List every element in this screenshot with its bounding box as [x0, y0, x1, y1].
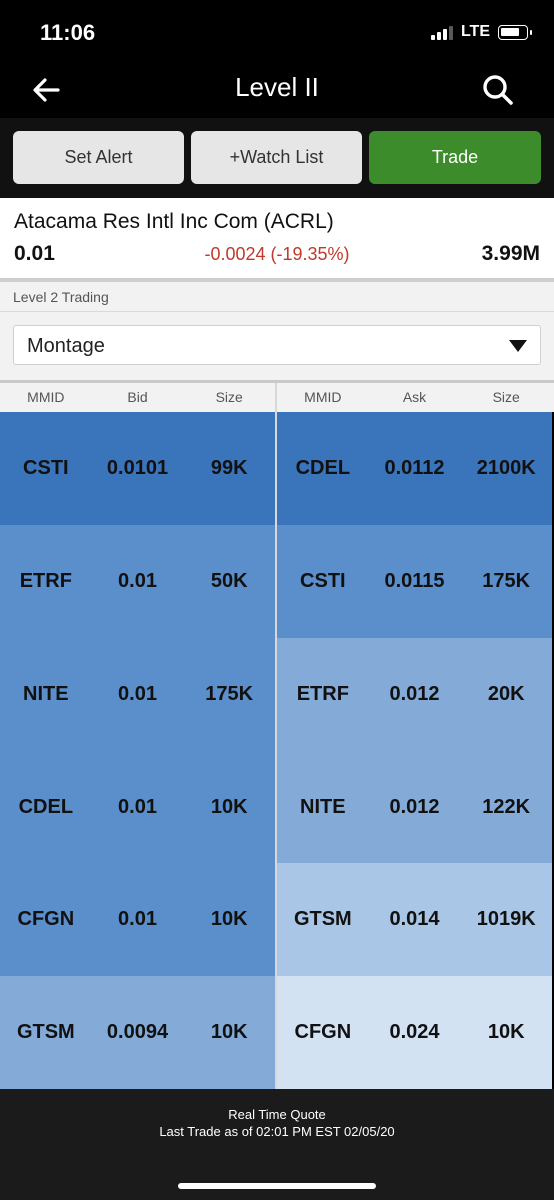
- view-selector-area: Montage: [0, 312, 554, 380]
- bid-row[interactable]: CDEL 0.01 10K: [0, 751, 275, 864]
- ask-size: 20K: [487, 683, 525, 705]
- bid-size: 175K: [205, 683, 254, 705]
- security-name: Atacama Res Intl Inc Com (ACRL): [14, 210, 334, 233]
- ask-row[interactable]: CDEL 0.0112 2100K: [277, 412, 552, 525]
- action-bar: Set Alert +Watch List Trade: [0, 118, 554, 198]
- bid-size: 10K: [210, 908, 248, 930]
- bid-mmid: CFGN: [17, 908, 75, 930]
- level2-header: Level 2 Trading: [0, 282, 554, 312]
- footer: Real Time Quote Last Trade as of 02:01 P…: [0, 1089, 554, 1200]
- quote-type-label: Real Time Quote: [228, 1107, 326, 1122]
- ask-price: 0.0115: [384, 570, 445, 592]
- cellular-signal-icon: [430, 24, 453, 40]
- ask-mmid: ETRF: [296, 683, 349, 705]
- add-watch-list-button[interactable]: +Watch List: [191, 131, 362, 184]
- column-header-size: Size: [492, 389, 520, 405]
- ask-size: 2100K: [476, 457, 536, 479]
- ask-row[interactable]: NITE 0.012 122K: [277, 751, 552, 864]
- bid-side: CSTI 0.0101 99K ETRF 0.01 50K NITE 0.01 …: [0, 412, 275, 1089]
- bid-size: 10K: [210, 1021, 248, 1043]
- ask-price: 0.0112: [384, 457, 445, 479]
- status-time: 11:06: [40, 20, 96, 45]
- book-column-headers: MMID Bid Size MMID Ask Size: [0, 383, 554, 412]
- bid-price: 0.0094: [106, 1021, 169, 1043]
- search-icon[interactable]: [480, 72, 516, 108]
- bid-price: 0.01: [118, 908, 157, 930]
- ask-row[interactable]: CFGN 0.024 10K: [277, 976, 552, 1089]
- column-header-mmid: MMID: [27, 389, 65, 405]
- ask-price: 0.012: [389, 683, 440, 705]
- column-header-size: Size: [215, 389, 243, 405]
- level2-label: Level 2 Trading: [13, 289, 109, 305]
- price-change: -0.0024 (-19.35%): [204, 244, 350, 264]
- ask-row[interactable]: CSTI 0.0115 175K: [277, 525, 552, 638]
- bid-price: 0.01: [118, 570, 157, 592]
- ask-size: 122K: [482, 796, 531, 818]
- bid-row[interactable]: ETRF 0.01 50K: [0, 525, 275, 638]
- ask-mmid: NITE: [300, 796, 346, 818]
- bid-size: 99K: [210, 457, 248, 479]
- bid-mmid: NITE: [23, 683, 69, 705]
- ask-mmid: GTSM: [293, 908, 352, 930]
- column-header-ask: Ask: [402, 389, 427, 405]
- ask-mmid: CSTI: [300, 570, 346, 592]
- bid-row[interactable]: GTSM 0.0094 10K: [0, 976, 275, 1089]
- volume: 3.99M: [481, 242, 540, 265]
- ask-price: 0.014: [389, 908, 440, 930]
- ask-row[interactable]: GTSM 0.014 1019K: [277, 863, 552, 976]
- set-alert-button[interactable]: Set Alert: [13, 131, 184, 184]
- bid-mmid: CDEL: [18, 796, 74, 818]
- ask-mmid: CFGN: [294, 1021, 352, 1043]
- status-bar: 11:06 LTE: [0, 0, 554, 62]
- bid-size: 50K: [210, 570, 248, 592]
- ask-price: 0.024: [389, 1021, 440, 1043]
- home-indicator[interactable]: [178, 1183, 376, 1189]
- battery-icon: [498, 24, 532, 40]
- last-trade-timestamp: Last Trade as of 02:01 PM EST 02/05/20: [159, 1124, 395, 1139]
- bid-price: 0.01: [118, 796, 157, 818]
- ask-row[interactable]: ETRF 0.012 20K: [277, 638, 552, 751]
- column-header-mmid: MMID: [304, 389, 342, 405]
- trade-button[interactable]: Trade: [369, 131, 541, 184]
- order-book: CSTI 0.0101 99K ETRF 0.01 50K NITE 0.01 …: [0, 412, 554, 1089]
- status-indicators: LTE: [430, 22, 532, 42]
- column-header-bid: Bid: [127, 389, 148, 405]
- quote-summary: Atacama Res Intl Inc Com (ACRL) 0.01 -0.…: [0, 198, 554, 278]
- ask-side: CDEL 0.0112 2100K CSTI 0.0115 175K ETRF …: [277, 412, 552, 1089]
- ask-price: 0.012: [389, 796, 440, 818]
- ask-column-headers: MMID Ask Size: [277, 383, 552, 412]
- view-select-value: Montage: [27, 335, 105, 357]
- ask-size: 1019K: [476, 908, 536, 930]
- bid-price: 0.01: [118, 683, 157, 705]
- bid-price: 0.0101: [106, 457, 169, 479]
- nav-bar: Level II: [0, 62, 554, 118]
- bid-size: 10K: [210, 796, 248, 818]
- view-select-dropdown[interactable]: Montage: [13, 325, 541, 365]
- chevron-down-icon: [509, 340, 527, 352]
- bid-column-headers: MMID Bid Size: [0, 383, 275, 412]
- bid-mmid: ETRF: [19, 570, 72, 592]
- page-title: Level II: [235, 72, 319, 102]
- bid-mmid: CSTI: [23, 457, 69, 479]
- bid-mmid: GTSM: [16, 1021, 75, 1043]
- network-type: LTE: [460, 23, 490, 40]
- ask-size: 10K: [487, 1021, 525, 1043]
- bid-row[interactable]: CFGN 0.01 10K: [0, 863, 275, 976]
- ask-size: 175K: [482, 570, 531, 592]
- ask-mmid: CDEL: [295, 457, 351, 479]
- bid-row[interactable]: NITE 0.01 175K: [0, 638, 275, 751]
- bid-row[interactable]: CSTI 0.0101 99K: [0, 412, 275, 525]
